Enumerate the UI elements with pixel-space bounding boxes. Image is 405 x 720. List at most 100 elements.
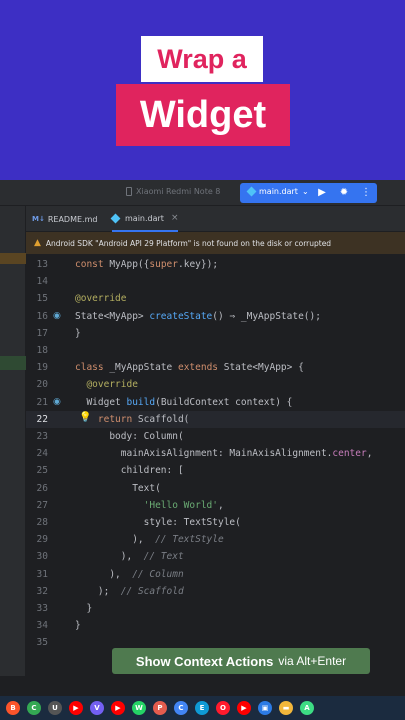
- sdk-warning-banner: ▲ Android SDK "Android API 29 Platform" …: [26, 232, 405, 254]
- code-line[interactable]: 31 ), // Column: [26, 566, 405, 583]
- dart-icon: [246, 186, 257, 197]
- promo-title-line2: Widget: [116, 84, 290, 146]
- code-line[interactable]: 29 ), // TextStyle: [26, 531, 405, 548]
- line-number: 35: [36, 637, 48, 649]
- code-line[interactable]: 13 const MyApp({super.key});: [26, 256, 405, 273]
- hint-shortcut: via Alt+Enter: [278, 654, 347, 668]
- code-line[interactable]: 27 'Hello World',: [26, 497, 405, 514]
- override-gutter-icon[interactable]: ◉: [53, 397, 61, 407]
- code-line[interactable]: 30 ), // Text: [26, 548, 405, 565]
- code-text: return Scaffold(: [75, 413, 190, 425]
- line-number: 27: [36, 499, 48, 511]
- code-text: ), // TextStyle: [75, 534, 224, 546]
- chrome-icon-2[interactable]: C: [174, 701, 188, 715]
- windows-taskbar: B C U ▶ V ▶ W P C E O ▶ ▣ ▬ A: [0, 696, 405, 720]
- more-icon[interactable]: ⋮: [359, 186, 373, 200]
- tab-main-dart[interactable]: main.dart ×: [110, 206, 179, 232]
- line-number: 16: [36, 310, 48, 322]
- phone-icon: [126, 187, 132, 196]
- line-number: 18: [36, 345, 48, 356]
- line-number: 21: [36, 396, 48, 408]
- editor-tabs: M↓ README.md main.dart ×: [26, 206, 405, 232]
- code-line[interactable]: 34}: [26, 617, 405, 634]
- code-line[interactable]: 20 @override: [26, 376, 405, 393]
- code-line[interactable]: 19 class _MyAppState extends State<MyApp>…: [26, 359, 405, 376]
- code-line[interactable]: 32 ); // Scaffold: [26, 583, 405, 600]
- run-icon[interactable]: ▶: [315, 186, 329, 200]
- edge-icon[interactable]: E: [195, 701, 209, 715]
- app-icon[interactable]: ▣: [258, 701, 272, 715]
- youtube-icon[interactable]: ▶: [69, 701, 83, 715]
- line-number: 23: [36, 431, 48, 442]
- code-text: }: [75, 603, 93, 614]
- folder-icon[interactable]: ▬: [279, 701, 293, 715]
- androidstudio-icon[interactable]: A: [300, 701, 314, 715]
- line-number: 20: [36, 379, 48, 391]
- code-text: ); // Scaffold: [75, 585, 184, 597]
- warning-icon: ▲: [34, 238, 41, 248]
- code-line[interactable]: 33 }: [26, 600, 405, 617]
- ide-toolbar: Xiaomi Redmi Note 8 main.dart ⌄ ▶ ✹ ⋮: [0, 180, 405, 206]
- code-text: ), // Text: [75, 551, 184, 563]
- hint-action: Show Context Actions: [135, 653, 274, 669]
- line-number: 24: [36, 448, 48, 460]
- photos-icon[interactable]: P: [153, 701, 167, 715]
- device-name: Xiaomi Redmi Note 8: [136, 187, 221, 196]
- line-number: 13: [36, 259, 48, 270]
- line-number: 15: [36, 293, 48, 305]
- debug-icon[interactable]: ✹: [337, 186, 351, 200]
- line-number: 33: [36, 603, 48, 614]
- promo-title-line1: Wrap a: [141, 36, 263, 82]
- code-text: mainAxisAlignment: MainAxisAlignment.cen…: [75, 448, 373, 460]
- code-line[interactable]: 24 mainAxisAlignment: MainAxisAlignment.…: [26, 445, 405, 462]
- line-number: 32: [36, 585, 48, 597]
- whatsapp-icon[interactable]: W: [132, 701, 146, 715]
- code-line[interactable]: 28 style: TextStyle(: [26, 514, 405, 531]
- code-text: children: [: [75, 465, 184, 477]
- close-icon[interactable]: ×: [171, 213, 179, 223]
- device-selector[interactable]: Xiaomi Redmi Note 8: [126, 187, 220, 196]
- youtube-icon-2[interactable]: ▶: [111, 701, 125, 715]
- code-line[interactable]: 15 @override: [26, 290, 405, 307]
- line-number: 22: [36, 413, 48, 425]
- code-text: style: TextStyle(: [75, 517, 241, 528]
- promo-banner: Wrap a Widget: [0, 0, 405, 180]
- code-line[interactable]: 14: [26, 273, 405, 290]
- code-editor[interactable]: 13 const MyApp({super.key}); 14 15 @override…: [26, 254, 405, 676]
- code-line[interactable]: 25 children: [: [26, 462, 405, 479]
- line-number: 25: [36, 465, 48, 477]
- run-config-label: main.dart: [259, 187, 298, 196]
- code-text: Widget build(BuildContext context) {: [75, 396, 293, 408]
- unity-icon[interactable]: U: [48, 701, 62, 715]
- line-number: 26: [36, 482, 48, 494]
- run-config-selector[interactable]: main.dart ⌄: [246, 186, 309, 197]
- code-text: }: [75, 620, 81, 632]
- code-text: }: [75, 327, 81, 339]
- viber-icon[interactable]: V: [90, 701, 104, 715]
- code-text: const MyApp({super.key});: [75, 259, 219, 270]
- context-actions-hint: Show Context Actions via Alt+Enter: [112, 648, 370, 674]
- brave-icon[interactable]: B: [6, 701, 20, 715]
- line-number: 31: [36, 568, 48, 580]
- tab-readme[interactable]: M↓ README.md: [32, 206, 97, 232]
- dart-icon: [110, 213, 121, 223]
- code-line[interactable]: 21 Widget build(BuildContext context) { ◉: [26, 394, 405, 411]
- chrome-icon[interactable]: C: [27, 701, 41, 715]
- code-line[interactable]: 23 body: Column(: [26, 428, 405, 445]
- code-line[interactable]: 26 Text(: [26, 480, 405, 497]
- code-line[interactable]: 16 State<MyApp> createState() ⇒ _MyAppSta…: [26, 308, 405, 325]
- opera-icon[interactable]: O: [216, 701, 230, 715]
- code-line[interactable]: 17}: [26, 325, 405, 342]
- youtube-icon-3[interactable]: ▶: [237, 701, 251, 715]
- line-number: 14: [36, 276, 48, 288]
- warning-marker: [0, 253, 26, 264]
- markdown-icon: M↓: [32, 215, 45, 223]
- lightbulb-icon[interactable]: 💡: [79, 412, 91, 423]
- code-line[interactable]: 18: [26, 342, 405, 359]
- override-gutter-icon[interactable]: ◉: [53, 311, 61, 321]
- line-number: 17: [36, 327, 48, 339]
- code-line[interactable]: 22 return Scaffold(💡: [26, 410, 405, 428]
- code-text: @override: [75, 379, 138, 391]
- code-text: ), // Column: [75, 568, 184, 580]
- chevron-down-icon: ⌄: [301, 187, 309, 196]
